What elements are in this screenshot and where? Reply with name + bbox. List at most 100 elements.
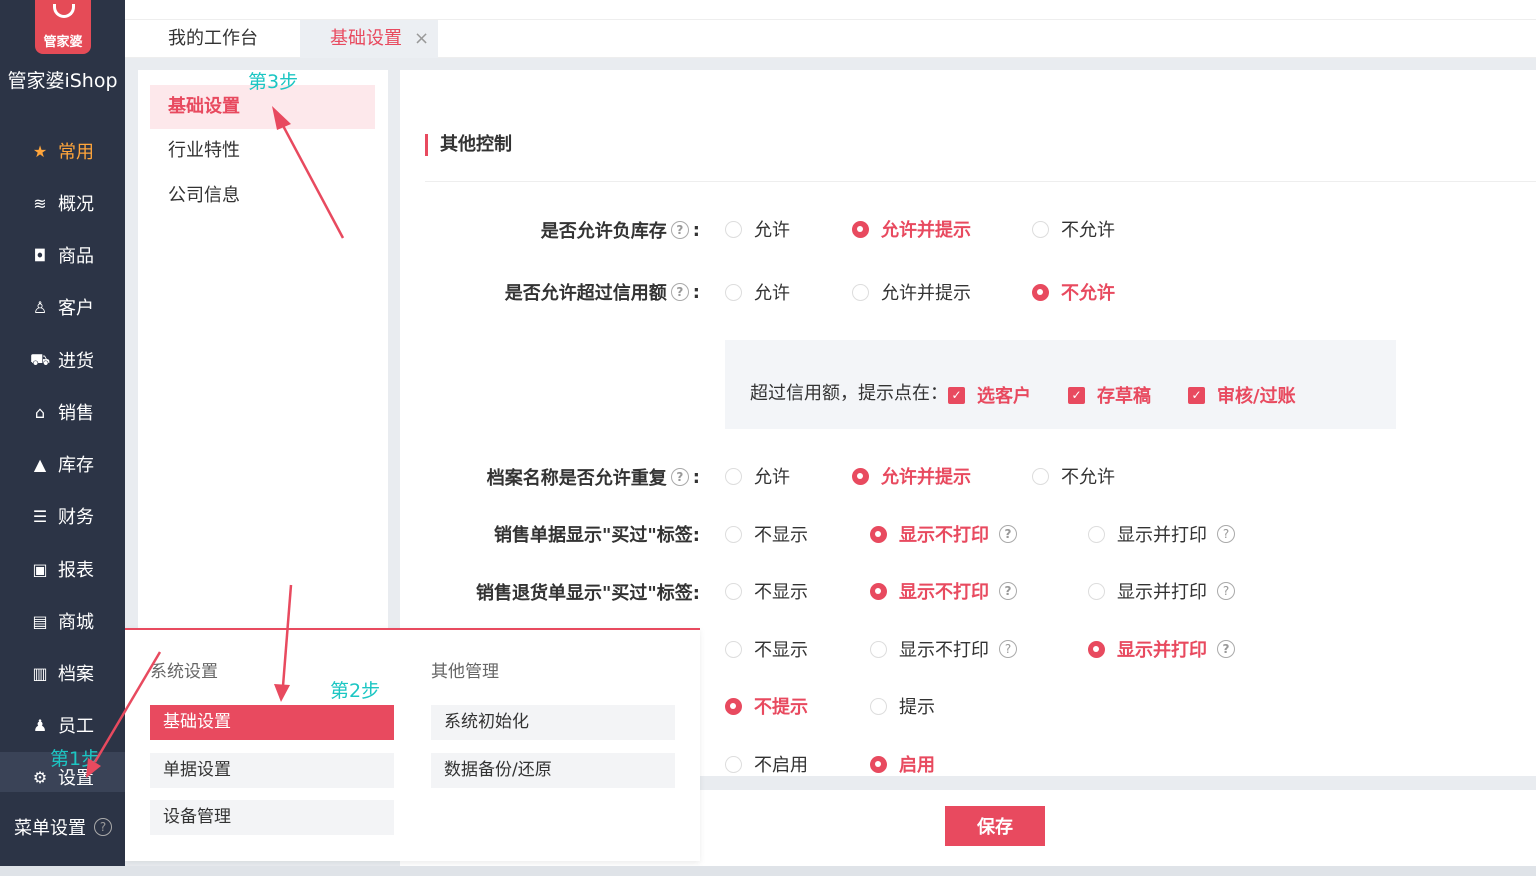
radio-dup-name-allow[interactable]: 允许: [725, 463, 790, 489]
nav-item-archive[interactable]: ▥ 档案: [0, 651, 125, 695]
help-icon[interactable]: ?: [999, 640, 1017, 658]
radio-row7-prompt[interactable]: 提示: [870, 693, 935, 719]
radio-label: 允许: [754, 220, 790, 241]
nav-item-stock[interactable]: ▲ 库存: [0, 442, 125, 486]
tab-basic-settings[interactable]: 基础设置 ×: [300, 20, 438, 58]
radio-row8-disable[interactable]: 不启用: [725, 751, 808, 777]
help-icon[interactable]: ?: [999, 582, 1017, 600]
popup-group-other: 其他管理: [431, 662, 499, 682]
annotation-step2: 第2步: [330, 680, 381, 702]
popup-item-basic-settings[interactable]: 基础设置: [150, 705, 394, 740]
nav-label: 报表: [58, 560, 94, 581]
menu-setting-label: 菜单设置: [14, 818, 86, 839]
help-icon[interactable]: ?: [1217, 525, 1235, 543]
nav-item-purchase[interactable]: ⛟ 进货: [0, 338, 125, 382]
radio-icon: [870, 525, 887, 543]
save-button[interactable]: 保存: [945, 806, 1045, 846]
logo-text: 管家婆: [43, 35, 83, 50]
main-sidebar: 管家婆 管家婆iShop ★ 常用 ≋ 概况 ◘ 商品 ♙ 客户 ⛟ 进货 ⌂ 销售 ▲ 库存…: [0, 0, 125, 866]
checkbox-select-customer[interactable]: ✓ 选客户: [948, 382, 1031, 408]
annotation-step3: 第3步: [248, 71, 299, 93]
nav-item-common[interactable]: ★ 常用: [0, 129, 125, 173]
star-icon: ★: [32, 141, 48, 161]
money-icon: ☰: [32, 506, 48, 526]
radio-icon: [725, 640, 742, 658]
nav-label: 商品: [58, 246, 94, 267]
popup-item-device-management[interactable]: 设备管理: [150, 800, 394, 835]
row-label-text: 销售单据显示"买过"标签:: [494, 525, 700, 546]
nav-item-sales[interactable]: ⌂ 销售: [0, 390, 125, 434]
help-icon[interactable]: ?: [94, 818, 112, 836]
bottom-strip: [0, 866, 1536, 876]
radio-sale-tag-hide[interactable]: 不显示: [725, 521, 808, 547]
nav-item-staff[interactable]: ♟ 员工: [0, 703, 125, 747]
radio-row6-hide[interactable]: 不显示: [725, 636, 808, 662]
popup-item-document-settings[interactable]: 单据设置: [150, 753, 394, 788]
nav-item-customer[interactable]: ♙ 客户: [0, 285, 125, 329]
nav-item-overview[interactable]: ≋ 概况: [0, 181, 125, 225]
nav-item-report[interactable]: ▣ 报表: [0, 547, 125, 591]
radio-return-tag-show-print[interactable]: 显示并打印?: [1088, 578, 1235, 604]
radio-row6-show-no-print[interactable]: 显示不打印?: [870, 636, 1017, 662]
radio-neg-stock-deny[interactable]: 不允许: [1032, 216, 1115, 242]
nav-label: 库存: [58, 455, 94, 476]
archive-icon: ▥: [32, 663, 48, 683]
radio-return-tag-hide[interactable]: 不显示: [725, 578, 808, 604]
radio-label: 允许并提示: [881, 467, 971, 488]
radio-dup-name-allow-prompt[interactable]: 允许并提示: [852, 463, 971, 489]
radio-row7-no-prompt[interactable]: 不提示: [725, 693, 808, 719]
radio-row8-enable[interactable]: 启用: [870, 751, 935, 777]
label-sale-tag: 销售单据显示"买过"标签:: [494, 521, 700, 547]
radio-icon: [1032, 283, 1049, 301]
section-divider: [425, 181, 1536, 182]
help-icon[interactable]: ?: [1217, 640, 1235, 658]
popup-item-backup-restore[interactable]: 数据备份/还原: [431, 753, 675, 788]
basket-icon: ⌂: [34, 402, 46, 422]
radio-label: 显示不打印: [899, 582, 989, 603]
radio-label: 显示并打印: [1117, 582, 1207, 603]
nav-item-mall[interactable]: ▤ 商城: [0, 599, 125, 643]
staff-icon: ♟: [32, 715, 48, 735]
radio-icon: [852, 220, 869, 238]
help-icon[interactable]: ?: [670, 283, 689, 301]
row-label-text: 销售退货单显示"买过"标签:: [476, 583, 700, 604]
shop-icon: ▤: [32, 611, 48, 631]
radio-over-credit-allow-prompt[interactable]: 允许并提示: [852, 279, 971, 305]
radio-label: 不允许: [1061, 283, 1115, 304]
radio-icon: [870, 697, 887, 715]
app-logo: 管家婆: [35, 0, 91, 54]
label-neg-stock: 是否允许负库存?:: [541, 217, 700, 243]
help-icon[interactable]: ?: [670, 468, 689, 486]
radio-neg-stock-allow[interactable]: 允许: [725, 216, 790, 242]
close-icon[interactable]: ×: [414, 20, 429, 58]
subnav-item-industry[interactable]: 行业特性: [150, 129, 375, 173]
popup-item-system-init[interactable]: 系统初始化: [431, 705, 675, 740]
menu-setting-link[interactable]: 菜单设置 ?: [14, 814, 112, 840]
radio-label: 启用: [899, 755, 935, 776]
radio-label: 显示并打印: [1117, 525, 1207, 546]
checkbox-audit-post[interactable]: ✓ 审核/过账: [1188, 382, 1296, 408]
radio-icon: [725, 283, 742, 301]
nav-label: 进货: [58, 351, 94, 372]
radio-sale-tag-show-print[interactable]: 显示并打印?: [1088, 521, 1235, 547]
radio-over-credit-deny[interactable]: 不允许: [1032, 279, 1115, 305]
radio-row6-show-print[interactable]: 显示并打印?: [1088, 636, 1235, 662]
help-icon[interactable]: ?: [670, 221, 689, 239]
radio-return-tag-show-no-print[interactable]: 显示不打印?: [870, 578, 1017, 604]
row-label-text: 档案名称是否允许重复: [486, 468, 667, 489]
nav-item-goods[interactable]: ◘ 商品: [0, 233, 125, 277]
radio-sale-tag-show-no-print[interactable]: 显示不打印?: [870, 521, 1017, 547]
help-icon[interactable]: ?: [1217, 582, 1235, 600]
nav-item-finance[interactable]: ☰ 财务: [0, 494, 125, 538]
radio-dup-name-deny[interactable]: 不允许: [1032, 463, 1115, 489]
nav-label: 档案: [58, 664, 94, 685]
section-title: 其他控制: [425, 134, 512, 156]
radio-neg-stock-allow-prompt[interactable]: 允许并提示: [852, 216, 971, 242]
radio-label: 显示并打印: [1117, 640, 1207, 661]
subnav-item-company[interactable]: 公司信息: [150, 174, 375, 218]
radio-over-credit-allow[interactable]: 允许: [725, 279, 790, 305]
help-icon[interactable]: ?: [999, 525, 1017, 543]
tab-workbench[interactable]: 我的工作台: [168, 20, 258, 58]
checkbox-save-draft[interactable]: ✓ 存草稿: [1068, 382, 1151, 408]
radio-label: 不允许: [1061, 220, 1115, 241]
